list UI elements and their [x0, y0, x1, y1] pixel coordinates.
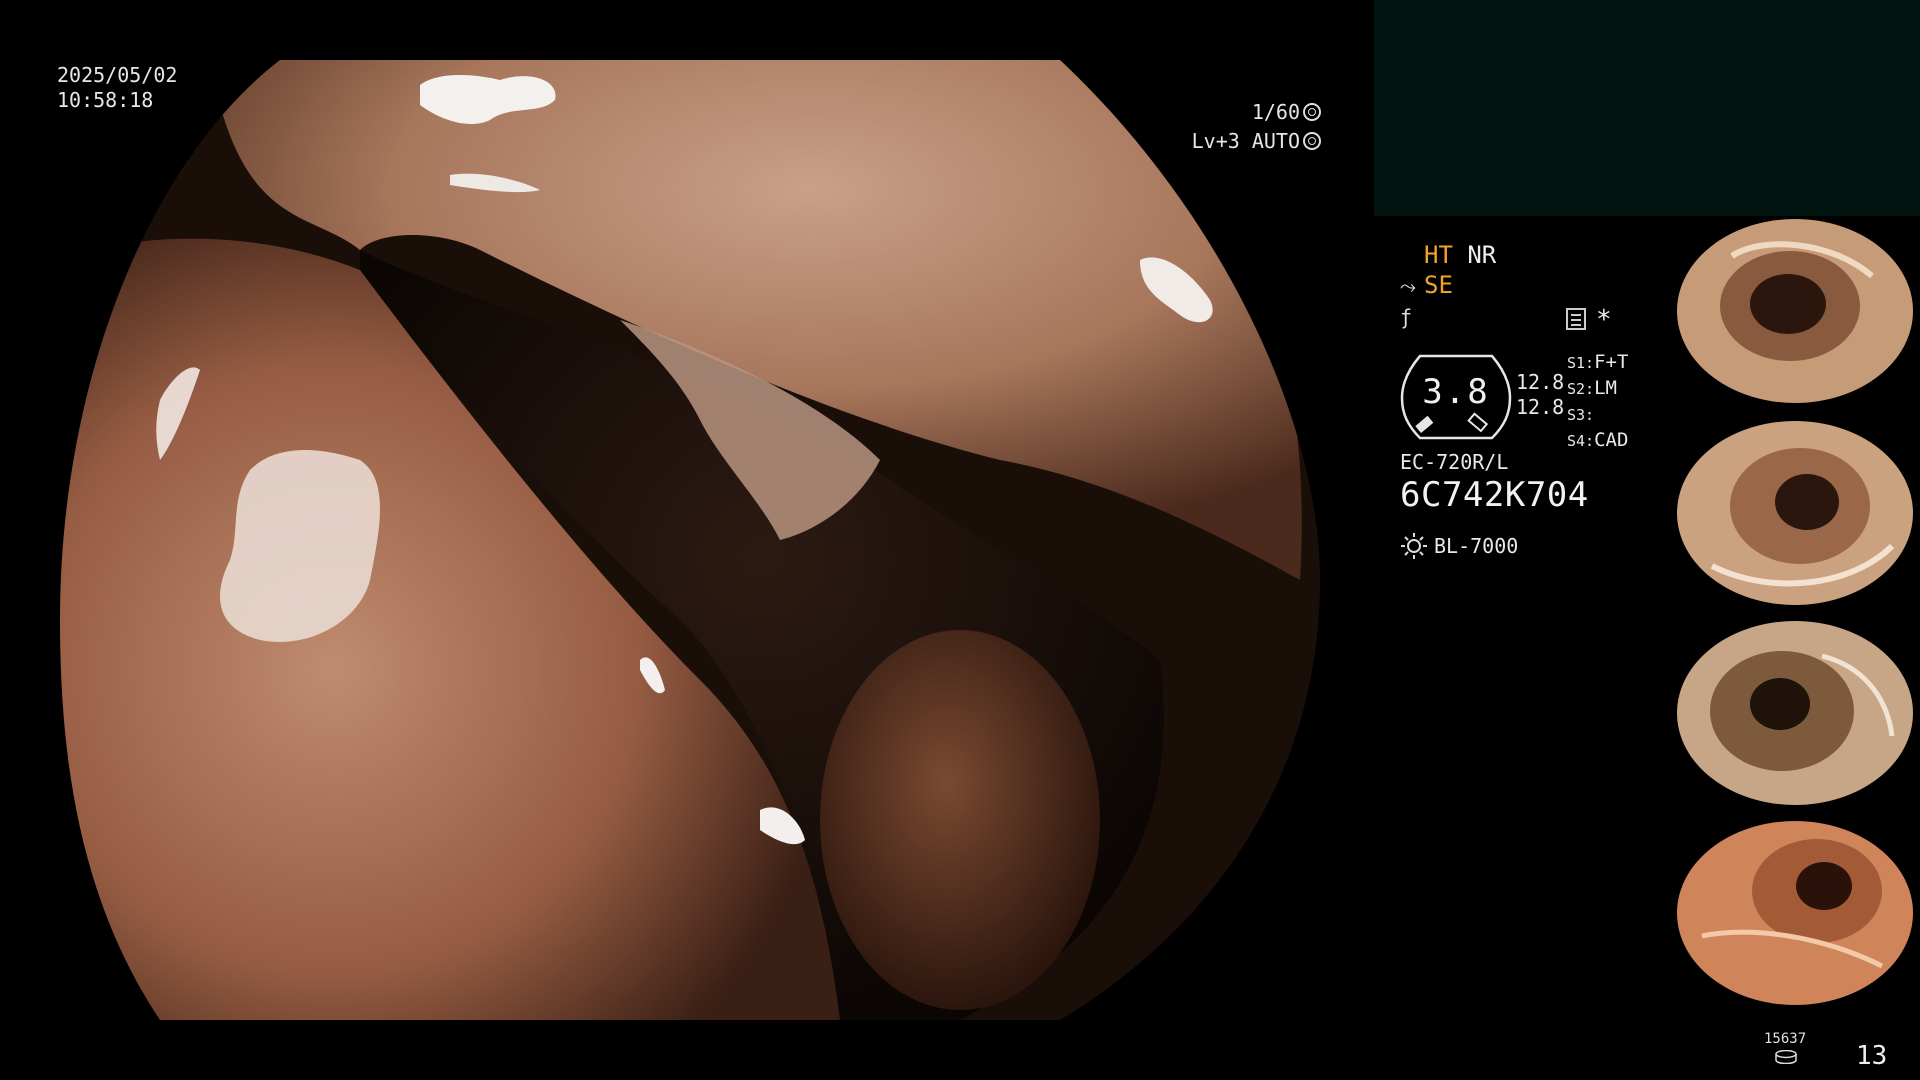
thumbnail-4[interactable] — [1672, 816, 1918, 1011]
magnification-gauge: 3.8 — [1400, 352, 1512, 442]
scope-serial: 6C742K704 — [1400, 475, 1589, 515]
se-icon: ⤳ — [1400, 274, 1416, 298]
light-source-icon — [1401, 533, 1427, 559]
shutter-icon — [1303, 103, 1321, 121]
star-icon: * — [1596, 305, 1612, 335]
mode-indicators: HT NR ⤳ SE ƒ — [1400, 240, 1670, 332]
gauge-value: 3.8 — [1422, 372, 1490, 412]
gauge-side-values: 12.8 12.8 — [1516, 370, 1564, 420]
image-counter-small: 15637 — [1764, 1031, 1807, 1047]
nr-mode-label: NR — [1467, 241, 1497, 269]
exposure-overlay: 1/60 Lv+3 AUTO — [1192, 98, 1321, 156]
switch-row: S4:CAD — [1567, 429, 1629, 451]
disk-icon — [1775, 1050, 1797, 1064]
light-source-label: BL-7000 — [1434, 534, 1519, 558]
image-counter-big: 13 — [1856, 1041, 1888, 1071]
light-source: BL-7000 — [1400, 532, 1518, 560]
memo-icon — [1566, 308, 1586, 330]
switch-assignments: S1:F+T S2:LM S3: S4:CAD — [1567, 350, 1628, 454]
reference-panel — [1374, 0, 1920, 216]
gauge-side-top: 12.8 — [1516, 370, 1565, 394]
scope-model: EC-720R/L — [1400, 450, 1509, 474]
thumbnail-1[interactable] — [1672, 216, 1918, 411]
gauge-side-bottom: 12.8 — [1516, 395, 1565, 419]
date-label: 2025/05/02 — [57, 63, 178, 87]
switch-row: S3: — [1567, 406, 1595, 424]
endoscopy-screen: 2025/05/02 10:58:18 1/60 Lv+3 AUTO HT NR… — [0, 0, 1920, 1080]
shutter-speed-label: 1/60 — [1251, 100, 1300, 124]
iris-label: Lv+3 AUTO — [1191, 129, 1300, 153]
time-label: 10:58:18 — [57, 88, 154, 112]
thumbnail-3[interactable] — [1672, 616, 1918, 811]
endoscope-image — [60, 60, 1320, 1020]
ht-mode-label: HT — [1424, 241, 1453, 269]
filter-icon: ƒ — [1400, 305, 1413, 329]
iris-icon — [1303, 132, 1321, 150]
main-endoscope-view — [60, 60, 1320, 1020]
switch-row: S1:F+T — [1567, 351, 1629, 373]
datetime-overlay: 2025/05/02 10:58:18 — [57, 63, 177, 113]
switch-row: S2:LM — [1567, 377, 1617, 399]
thumbnail-2[interactable] — [1672, 416, 1918, 611]
se-mode-label: SE — [1424, 271, 1453, 299]
